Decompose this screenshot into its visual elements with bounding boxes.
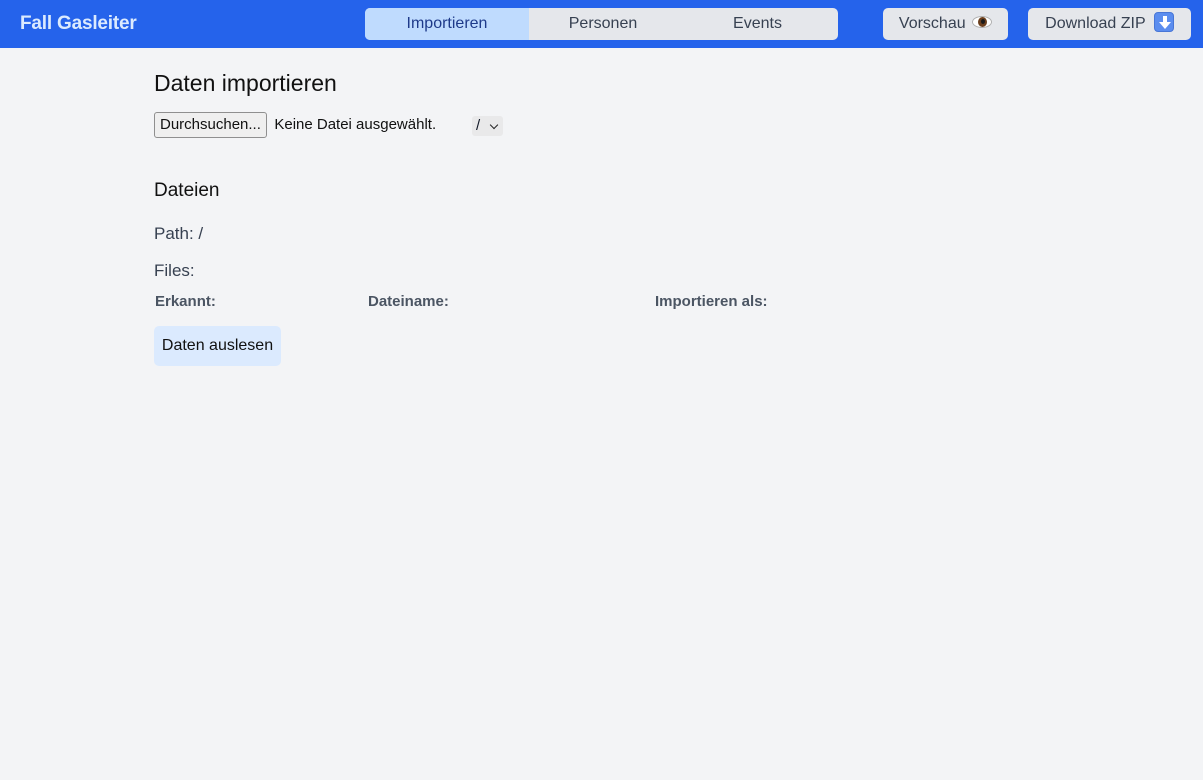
file-input-row: Durchsuchen... Keine Datei ausgewählt. / <box>154 112 503 138</box>
eye-icon <box>972 15 993 29</box>
path-label: Path: / <box>154 224 204 243</box>
path-select-value: / <box>476 117 481 134</box>
files-label: Files: <box>154 261 195 280</box>
path-select[interactable]: / <box>472 116 503 136</box>
download-button-label: Download ZIP <box>1045 15 1146 32</box>
down-arrow-icon <box>1153 11 1174 32</box>
preview-button[interactable]: Vorschau <box>883 8 1008 40</box>
column-header-dateiname: Dateiname: <box>368 293 449 310</box>
chevron-down-icon <box>489 120 499 130</box>
tab-importieren[interactable]: Importieren <box>365 8 529 40</box>
preview-button-label: Vorschau <box>898 15 966 32</box>
download-zip-button[interactable]: Download ZIP <box>1028 8 1191 40</box>
file-status-text: Keine Datei ausgewählt. <box>274 116 437 133</box>
read-data-button[interactable]: Daten auslesen <box>154 326 281 366</box>
tab-events[interactable]: Events <box>677 8 838 40</box>
browse-file-button[interactable]: Durchsuchen... <box>154 112 267 138</box>
column-header-erkannt: Erkannt: <box>155 293 216 310</box>
column-header-importieren-als: Importieren als: <box>655 293 768 310</box>
page-title: Daten importieren <box>154 70 337 96</box>
tab-personen[interactable]: Personen <box>529 8 677 40</box>
app-title: Fall Gasleiter <box>20 13 137 34</box>
main-tabs: Importieren Personen Events <box>365 8 838 40</box>
files-section-title: Dateien <box>154 180 220 201</box>
top-navigation-bar: Fall Gasleiter Importieren Personen Even… <box>0 0 1203 48</box>
